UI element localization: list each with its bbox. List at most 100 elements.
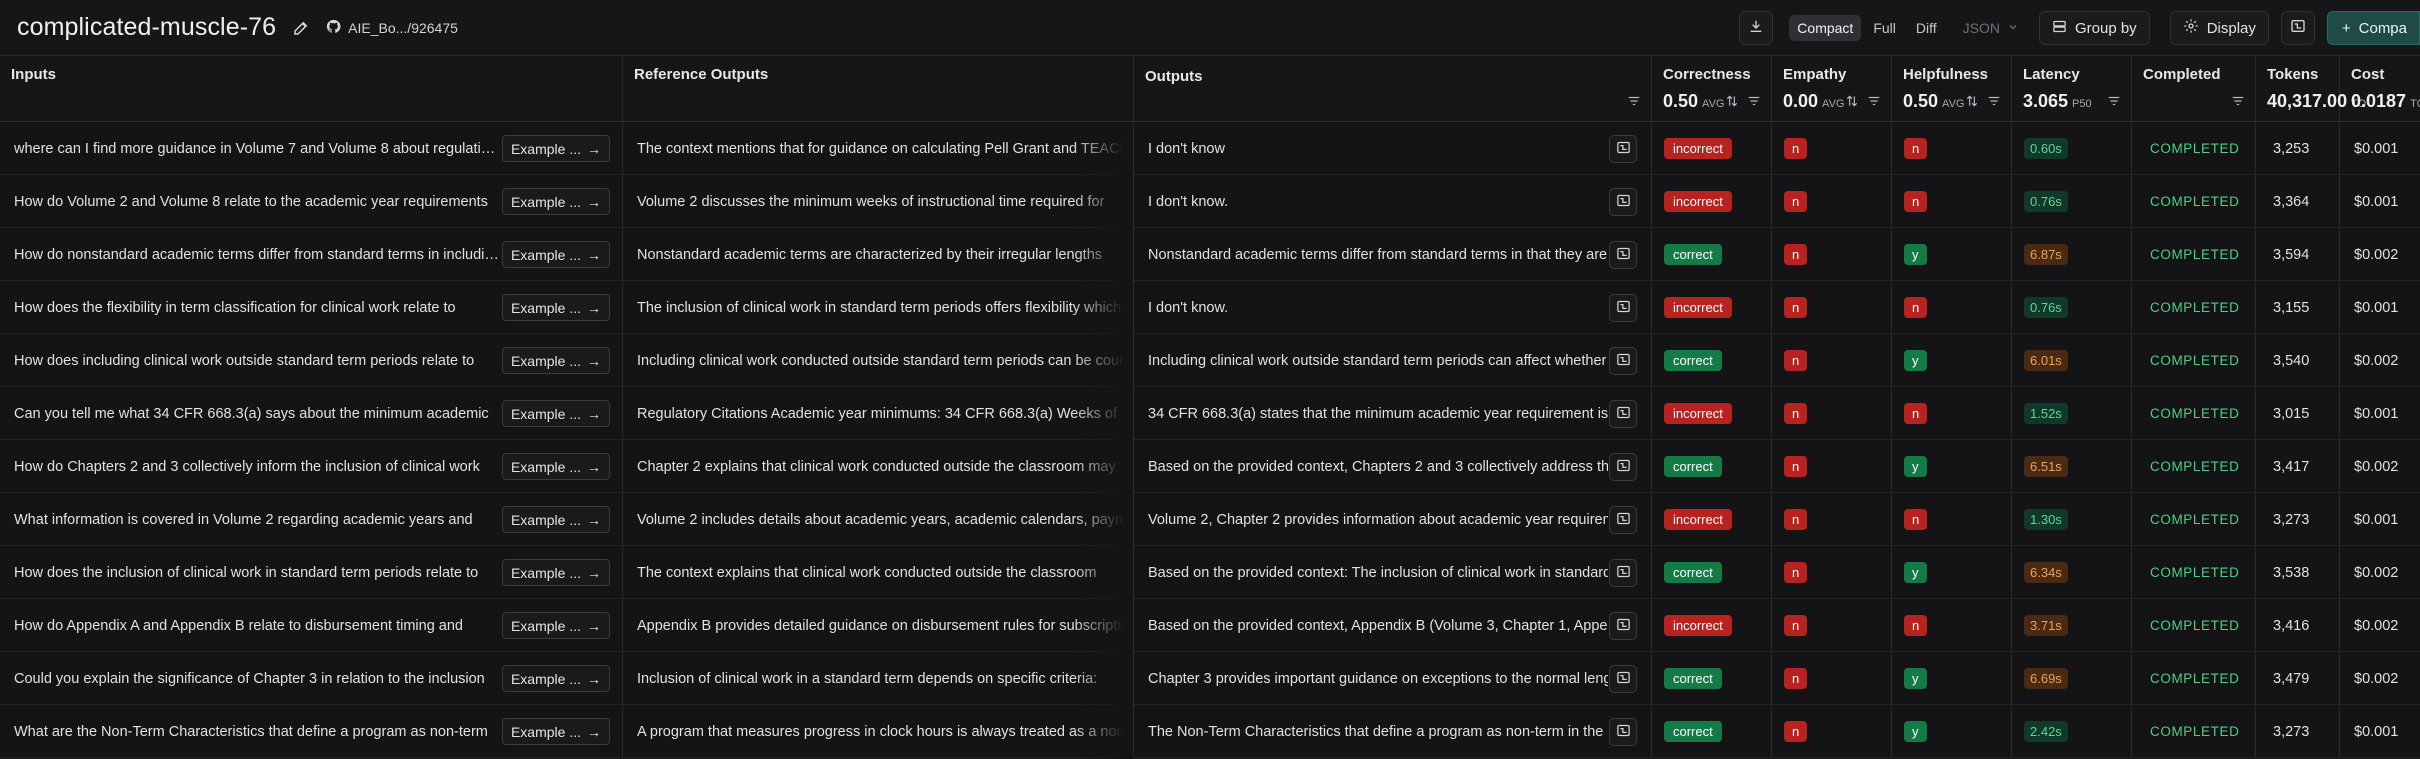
- table-row[interactable]: How does including clinical work outside…: [0, 334, 2420, 387]
- output-cell[interactable]: I don't know: [1134, 122, 1652, 175]
- reference-cell[interactable]: The inclusion of clinical work in standa…: [623, 281, 1134, 334]
- filter-icon[interactable]: [1867, 94, 1881, 108]
- table-row[interactable]: How does the inclusion of clinical work …: [0, 546, 2420, 599]
- helpfulness-cell[interactable]: n: [1892, 493, 2012, 546]
- reference-cell[interactable]: The context mentions that for guidance o…: [623, 122, 1134, 175]
- filter-icon[interactable]: [1987, 94, 2001, 108]
- input-cell[interactable]: How do nonstandard academic terms differ…: [0, 228, 623, 281]
- open-trace-button[interactable]: [1609, 241, 1637, 269]
- example-button[interactable]: Example ... →: [501, 718, 610, 745]
- example-button[interactable]: Example ... →: [501, 400, 610, 427]
- output-cell[interactable]: Based on the provided context: The inclu…: [1134, 546, 1652, 599]
- filter-icon[interactable]: [1747, 94, 1761, 108]
- example-button[interactable]: Example ... →: [501, 506, 610, 533]
- example-button[interactable]: Example ... →: [501, 453, 610, 480]
- open-trace-button[interactable]: [1609, 665, 1637, 693]
- correctness-cell[interactable]: correct: [1652, 440, 1772, 493]
- table-row[interactable]: How does the flexibility in term classif…: [0, 281, 2420, 334]
- example-button[interactable]: Example ... →: [501, 188, 610, 215]
- helpfulness-cell[interactable]: y: [1892, 652, 2012, 705]
- output-cell[interactable]: Based on the provided context, Appendix …: [1134, 599, 1652, 652]
- view-diff[interactable]: Diff: [1908, 15, 1945, 41]
- sort-icon[interactable]: [1965, 94, 1979, 108]
- reference-cell[interactable]: Regulatory Citations Academic year minim…: [623, 387, 1134, 440]
- sort-icon[interactable]: [1725, 94, 1739, 108]
- output-cell[interactable]: Based on the provided context, Chapters …: [1134, 440, 1652, 493]
- helpfulness-cell[interactable]: n: [1892, 122, 2012, 175]
- repo-link[interactable]: AIE_Bo.../926475: [326, 19, 458, 37]
- input-cell[interactable]: Could you explain the significance of Ch…: [0, 652, 623, 705]
- download-button[interactable]: [1739, 11, 1774, 45]
- output-cell[interactable]: Including clinical work outside standard…: [1134, 334, 1652, 387]
- view-compact[interactable]: Compact: [1789, 15, 1862, 41]
- table-row[interactable]: where can I find more guidance in Volume…: [0, 122, 2420, 175]
- open-trace-button[interactable]: [1609, 506, 1637, 534]
- open-trace-button[interactable]: [1609, 612, 1637, 640]
- table-row[interactable]: How do nonstandard academic terms differ…: [0, 228, 2420, 281]
- open-trace-button[interactable]: [1609, 294, 1637, 322]
- example-button[interactable]: Example ... →: [501, 559, 610, 586]
- output-cell[interactable]: Chapter 3 provides important guidance on…: [1134, 652, 1652, 705]
- reference-cell[interactable]: Inclusion of clinical work in a standard…: [623, 652, 1134, 705]
- pencil-icon[interactable]: [290, 17, 312, 39]
- col-header-correctness[interactable]: Correctness 0.50 AVG: [1652, 56, 1772, 122]
- open-trace-button[interactable]: [1609, 347, 1637, 375]
- empathy-cell[interactable]: n: [1772, 493, 1892, 546]
- open-trace-button[interactable]: [1609, 188, 1637, 216]
- example-button[interactable]: Example ... →: [501, 665, 610, 692]
- table-row[interactable]: What are the Non-Term Characteristics th…: [0, 705, 2420, 758]
- correctness-cell[interactable]: incorrect: [1652, 281, 1772, 334]
- input-cell[interactable]: What are the Non-Term Characteristics th…: [0, 705, 623, 758]
- helpfulness-cell[interactable]: n: [1892, 175, 2012, 228]
- input-cell[interactable]: where can I find more guidance in Volume…: [0, 122, 623, 175]
- view-full[interactable]: Full: [1865, 15, 1904, 41]
- format-select[interactable]: JSON: [1963, 20, 2019, 36]
- helpfulness-cell[interactable]: y: [1892, 546, 2012, 599]
- open-trace-button[interactable]: [1609, 135, 1637, 163]
- reference-cell[interactable]: Chapter 2 explains that clinical work co…: [623, 440, 1134, 493]
- input-cell[interactable]: Can you tell me what 34 CFR 668.3(a) say…: [0, 387, 623, 440]
- filter-icon[interactable]: [1627, 94, 1641, 108]
- trace-view-button[interactable]: [2280, 11, 2315, 45]
- open-trace-button[interactable]: [1609, 453, 1637, 481]
- helpfulness-cell[interactable]: n: [1892, 599, 2012, 652]
- col-header-reference[interactable]: Reference Outputs: [623, 56, 1134, 122]
- group-by-button[interactable]: Group by: [2038, 11, 2150, 45]
- reference-cell[interactable]: Appendix B provides detailed guidance on…: [623, 599, 1134, 652]
- correctness-cell[interactable]: correct: [1652, 705, 1772, 758]
- open-trace-button[interactable]: [1609, 718, 1637, 746]
- reference-cell[interactable]: Volume 2 includes details about academic…: [623, 493, 1134, 546]
- col-header-empathy[interactable]: Empathy 0.00 AVG: [1772, 56, 1892, 122]
- empathy-cell[interactable]: n: [1772, 281, 1892, 334]
- correctness-cell[interactable]: incorrect: [1652, 175, 1772, 228]
- helpfulness-cell[interactable]: n: [1892, 387, 2012, 440]
- empathy-cell[interactable]: n: [1772, 387, 1892, 440]
- example-button[interactable]: Example ... →: [501, 347, 610, 374]
- correctness-cell[interactable]: incorrect: [1652, 122, 1772, 175]
- helpfulness-cell[interactable]: y: [1892, 228, 2012, 281]
- table-row[interactable]: How do Appendix A and Appendix B relate …: [0, 599, 2420, 652]
- input-cell[interactable]: How do Chapters 2 and 3 collectively inf…: [0, 440, 623, 493]
- compare-button[interactable]: + Compa: [2326, 11, 2420, 45]
- input-cell[interactable]: How does including clinical work outside…: [0, 334, 623, 387]
- input-cell[interactable]: How do Volume 2 and Volume 8 relate to t…: [0, 175, 623, 228]
- filter-icon[interactable]: [2107, 94, 2121, 108]
- output-cell[interactable]: I don't know.: [1134, 175, 1652, 228]
- col-header-cost[interactable]: Cost 0.0187TO: [2340, 56, 2420, 122]
- correctness-cell[interactable]: incorrect: [1652, 493, 1772, 546]
- example-button[interactable]: Example ... →: [501, 612, 610, 639]
- helpfulness-cell[interactable]: n: [1892, 281, 2012, 334]
- correctness-cell[interactable]: correct: [1652, 334, 1772, 387]
- empathy-cell[interactable]: n: [1772, 599, 1892, 652]
- empathy-cell[interactable]: n: [1772, 652, 1892, 705]
- example-button[interactable]: Example ... →: [501, 241, 610, 268]
- empathy-cell[interactable]: n: [1772, 546, 1892, 599]
- output-cell[interactable]: I don't know.: [1134, 281, 1652, 334]
- reference-cell[interactable]: Nonstandard academic terms are character…: [623, 228, 1134, 281]
- sort-icon[interactable]: [1845, 94, 1859, 108]
- table-row[interactable]: Could you explain the significance of Ch…: [0, 652, 2420, 705]
- correctness-cell[interactable]: correct: [1652, 546, 1772, 599]
- table-row[interactable]: How do Chapters 2 and 3 collectively inf…: [0, 440, 2420, 493]
- correctness-cell[interactable]: correct: [1652, 652, 1772, 705]
- empathy-cell[interactable]: n: [1772, 122, 1892, 175]
